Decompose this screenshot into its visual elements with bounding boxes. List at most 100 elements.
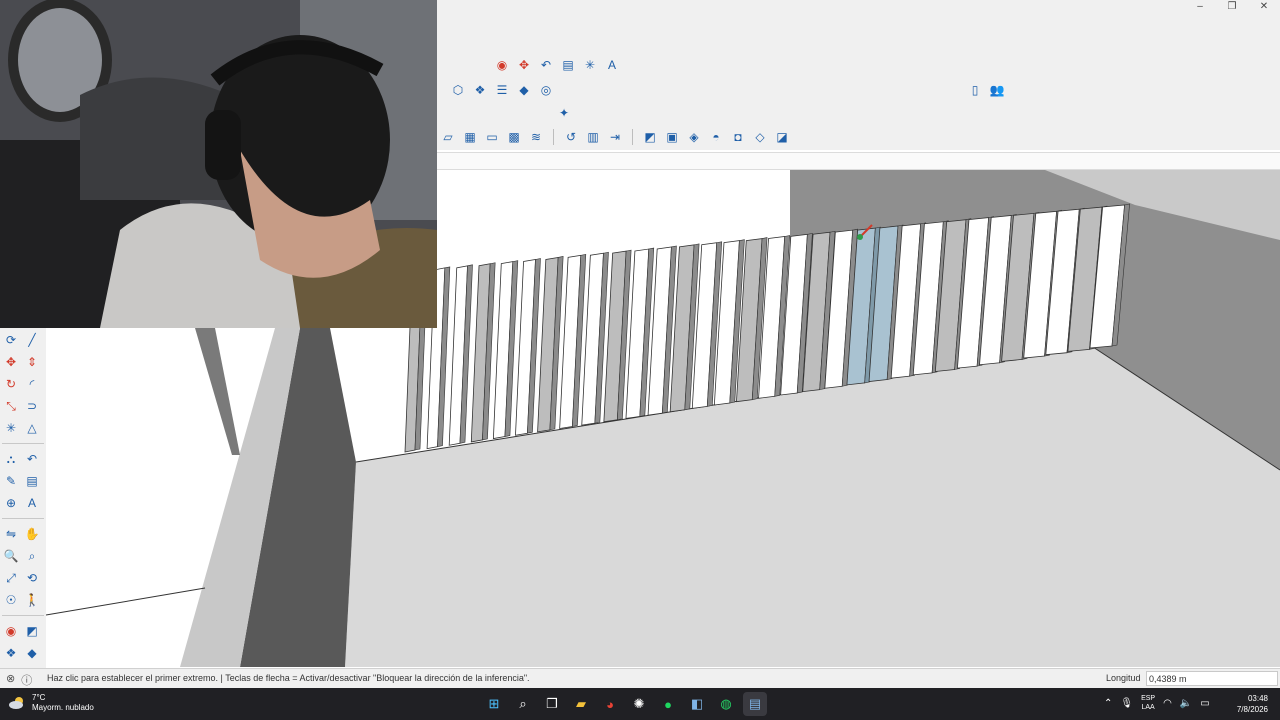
walk-icon[interactable]: 🚶 (23, 591, 41, 609)
sketchup-icon[interactable]: ◧ (685, 692, 709, 716)
materials-icon[interactable]: ◆ (23, 644, 41, 662)
position-camera-icon[interactable]: ☉ (2, 591, 20, 609)
cloud-icon (8, 696, 26, 710)
chrome-icon[interactable]: ◕ (598, 692, 622, 716)
section-cuts-icon[interactable]: ▣ (663, 128, 681, 146)
add-detail-icon[interactable]: ◪ (773, 128, 791, 146)
chevron-up-icon[interactable]: ⌃ (1104, 698, 1112, 709)
toolbar-row-4: ▱ ▦ ▭ ▩ ≋ ↺ ▥ ⇥ ◩ ▣ ◈ ◓ ◘ ◇ ◪ (439, 128, 791, 146)
toolbar-right: ▯ 👥 (966, 81, 1006, 99)
pan-icon[interactable]: ✋ (23, 525, 41, 543)
view-back-icon[interactable]: ≋ (527, 128, 545, 146)
offset-icon[interactable]: ⊃ (23, 397, 41, 415)
stamp-icon[interactable]: ◘ (729, 128, 747, 146)
axes-icon[interactable]: ✳ (2, 419, 20, 437)
language-code: ESP (1141, 695, 1156, 702)
components-icon[interactable]: ❖ (2, 644, 20, 662)
geo-location-icon[interactable]: ⊗ (6, 672, 15, 688)
look-around-icon[interactable]: ◉ (2, 622, 20, 640)
move-icon[interactable]: ✥ (2, 353, 20, 371)
line-icon[interactable]: ╱ (23, 331, 41, 349)
rotate-icon[interactable]: ↻ (2, 375, 20, 393)
measurement-label: Longitud (1106, 673, 1141, 683)
section-plane-icon[interactable]: ◩ (23, 622, 41, 640)
view-front-icon[interactable]: ▭ (483, 128, 501, 146)
materials-icon[interactable]: ◆ (515, 81, 533, 99)
sandbox-icon[interactable]: ⬡ (449, 81, 467, 99)
account-icon[interactable]: ◎ (537, 81, 555, 99)
sketchup-layout-icon[interactable]: ▤ (743, 692, 767, 716)
sketchup-window: – ❐ ✕ ◉ ✥ ↶ ▤ ✳ A ⬡ ❖ ☰ ◆ ◎ ✦ ▱ ▦ ▭ ▩ ≋ ↺ ▥ ⇥ ◩ ▣ ◈ ◓ ◘ ◇ ◪ ▯ 👥 … (0, 0, 1280, 720)
layers-icon[interactable]: ☰ (493, 81, 511, 99)
follow-me-icon[interactable]: ↶ (537, 56, 555, 74)
task-view-icon[interactable]: ❐ (540, 692, 564, 716)
new-file-icon[interactable]: ▯ (966, 81, 984, 99)
spotify-icon[interactable]: ● (656, 692, 680, 716)
sandbox-from-contours-icon[interactable]: ◈ (685, 128, 703, 146)
file-explorer-icon[interactable]: ▰ (569, 692, 593, 716)
orbit-icon[interactable]: ⟳ (2, 331, 20, 349)
drape-icon[interactable]: ◓ (707, 128, 725, 146)
temperature: 7°C (32, 693, 46, 702)
status-hint: Haz clic para establecer el primer extre… (47, 673, 530, 683)
flip-edge-icon[interactable]: ◇ (751, 128, 769, 146)
forward-icon[interactable]: ⇥ (606, 128, 624, 146)
maximize-button[interactable]: ❐ (1216, 0, 1248, 14)
report-icon[interactable]: ▥ (584, 128, 602, 146)
minimize-button[interactable]: – (1184, 0, 1216, 14)
microphone-icon[interactable]: 🎙 (1120, 698, 1133, 709)
weather-text: 7°C Mayorm. nublado (32, 693, 94, 713)
zoom-extents-icon[interactable]: ⤢ (2, 569, 20, 587)
orbit-camera-icon[interactable]: ⟲ (23, 569, 41, 587)
section-icon[interactable]: ⇋ (2, 525, 20, 543)
weather-widget[interactable]: 7°C Mayorm. nublado (8, 693, 94, 713)
zoom-icon[interactable]: 🔍 (2, 547, 20, 565)
chatgpt-icon[interactable]: ✺ (627, 692, 651, 716)
view-iso-icon[interactable]: ▱ (439, 128, 457, 146)
clock-date: 7/8/2026 (1236, 705, 1268, 714)
tape-measure-icon[interactable]: ✎ (2, 472, 20, 490)
view-right-icon[interactable]: ▩ (505, 128, 523, 146)
clock-time: 03:48 (1247, 694, 1268, 703)
paint-icon[interactable]: ⛬ (2, 450, 20, 468)
whatsapp-icon[interactable]: ◍ (714, 692, 738, 716)
info-icon[interactable]: ⓘ (21, 672, 32, 688)
view-top-icon[interactable]: ▦ (461, 128, 479, 146)
search-icon[interactable]: ⌕ (511, 692, 535, 716)
windows-start-icon[interactable]: ⊞ (482, 692, 506, 716)
status-bar: ⊗ ⓘ Haz clic para establecer el primer e… (0, 668, 1280, 688)
push-pull-icon[interactable]: ⇕ (23, 353, 41, 371)
text-icon[interactable]: ▤ (23, 472, 41, 490)
arc-icon[interactable]: ◜ (23, 375, 41, 393)
language-indicator[interactable]: ESP LAA (1141, 694, 1155, 712)
palette-separator (2, 443, 44, 444)
toolbar-separator (632, 129, 633, 145)
clock[interactable]: 03:48 7/8/2026 (1237, 693, 1268, 715)
wifi-icon[interactable]: ◠ (1163, 698, 1172, 709)
close-button[interactable]: ✕ (1248, 0, 1280, 14)
volume-icon[interactable]: 🔈 (1180, 698, 1192, 709)
look-around-icon[interactable]: ◉ (493, 56, 511, 74)
components-icon[interactable]: ❖ (471, 81, 489, 99)
follow-me-icon[interactable]: ↶ (23, 450, 41, 468)
dimension-icon[interactable]: ⊕ (2, 494, 20, 512)
extensions-icon[interactable]: ✦ (555, 104, 573, 122)
battery-icon[interactable]: ▭ (1200, 698, 1209, 709)
user-icon[interactable]: 👥 (988, 81, 1006, 99)
zoom-window-icon[interactable]: ⌕ (23, 547, 41, 565)
weather-condition: Mayorm. nublado (32, 703, 94, 712)
axes-icon[interactable]: ✳ (581, 56, 599, 74)
protractor-icon[interactable]: △ (23, 419, 41, 437)
scale-icon[interactable]: ⤡ (2, 397, 20, 415)
toolbar-row-3: ✦ (555, 104, 573, 122)
undo-icon[interactable]: ↺ (562, 128, 580, 146)
move-icon[interactable]: ✥ (515, 56, 533, 74)
webcam-overlay (0, 0, 437, 328)
taskbar: 7°C Mayorm. nublado ⊞ ⌕ ❐ ▰ ◕ ✺ ● ◧ ◍ ▤ ⌃ 🎙 ESP L… (0, 688, 1280, 720)
3d-text-icon[interactable]: A (23, 494, 41, 512)
section-plane-icon[interactable]: ◩ (641, 128, 659, 146)
3d-text-icon[interactable]: A (603, 56, 621, 74)
measurement-input[interactable]: 0,4389 m (1146, 671, 1278, 686)
text-icon[interactable]: ▤ (559, 56, 577, 74)
keyboard-layout: LAA (1141, 704, 1155, 711)
